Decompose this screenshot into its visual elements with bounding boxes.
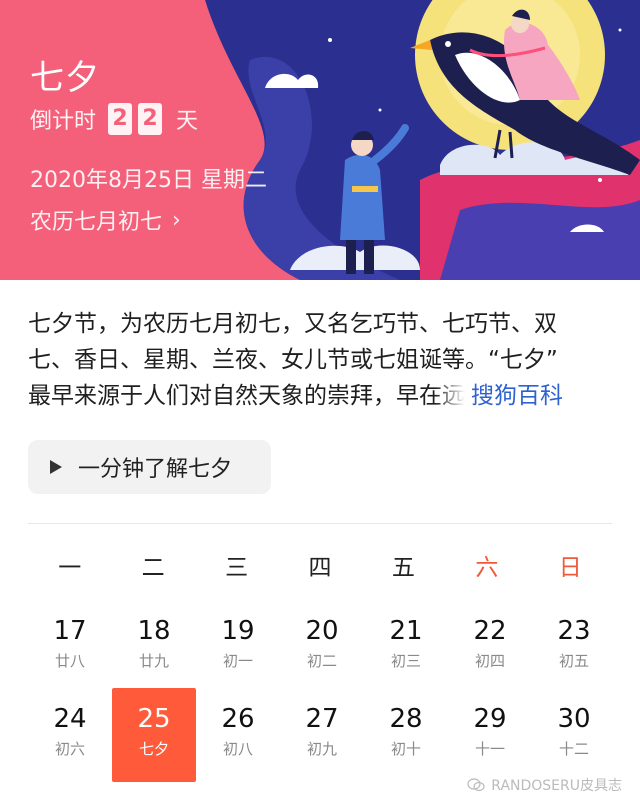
wechat-icon — [467, 778, 485, 792]
day-number: 24 — [53, 704, 87, 734]
description-line: 最早来源于人们对自然天象的崇拜，早在远 — [28, 383, 465, 409]
weekday-label: 四 — [308, 555, 332, 581]
divider — [28, 523, 612, 524]
countdown-unit: 天 — [176, 109, 199, 134]
day-number: 21 — [389, 616, 423, 646]
calendar-week: 24 初六 25 七夕 26 初八 27 初九 28 初十 29 十一 30 十二 — [28, 688, 612, 782]
calendar-week: 17 廿八 18 廿九 19 初一 20 初二 21 初三 22 初四 23 初五 — [28, 600, 612, 694]
calendar-day[interactable]: 20 初二 — [280, 600, 364, 694]
play-icon — [50, 460, 62, 474]
day-number: 28 — [389, 704, 423, 734]
festival-banner[interactable]: 七夕 倒计时 2 2 天 2020年8月25日 星期二 农历七月初七 › — [0, 0, 640, 280]
calendar-day[interactable]: 29 十一 — [448, 688, 532, 782]
lunar-day: 初六 — [54, 740, 85, 758]
lunar-day: 初四 — [474, 652, 505, 670]
countdown-label: 倒计时 — [30, 109, 97, 134]
description-line: 七夕节，为农历七月初七，又名乞巧节、七巧节、双 — [28, 311, 557, 337]
day-number: 23 — [557, 616, 591, 646]
lunar-day: 初八 — [222, 740, 253, 758]
calendar-day[interactable]: 28 初十 — [364, 688, 448, 782]
lunar-day: 十一 — [474, 740, 505, 758]
lunar-date-label: 农历七月初七 — [30, 210, 163, 235]
day-number: 18 — [137, 616, 171, 646]
calendar-day[interactable]: 22 初四 — [448, 600, 532, 694]
video-intro-button[interactable]: 一分钟了解七夕 — [28, 440, 271, 494]
lunar-day: 初二 — [306, 652, 337, 670]
qixi-illustration — [205, 0, 640, 280]
day-number: 17 — [53, 616, 87, 646]
weekday-label: 一 — [58, 555, 82, 581]
lunar-day: 初一 — [222, 652, 253, 670]
countdown: 倒计时 2 2 天 — [30, 102, 198, 136]
watermark: RANDOSERU皮具志 — [467, 775, 622, 795]
description-line: 七、香日、星期、兰夜、女儿节或七姐诞等。“七夕” — [28, 347, 558, 373]
festival-title: 七夕 — [30, 58, 100, 98]
day-number: 19 — [221, 616, 255, 646]
day-number: 20 — [305, 616, 339, 646]
lunar-day: 初十 — [390, 740, 421, 758]
calendar-day[interactable]: 17 廿八 — [28, 600, 112, 694]
day-number: 22 — [473, 616, 507, 646]
weekday-label: 二 — [141, 555, 165, 581]
lunar-day: 初九 — [306, 740, 337, 758]
calendar-day[interactable]: 18 廿九 — [112, 600, 196, 694]
lunar-day: 初五 — [558, 652, 589, 670]
chevron-right-icon: › — [172, 207, 181, 233]
video-intro-label: 一分钟了解七夕 — [78, 457, 233, 482]
source-link[interactable]: 搜狗百科 — [471, 383, 563, 409]
text-fade — [435, 381, 465, 412]
calendar-day[interactable]: 21 初三 — [364, 600, 448, 694]
weekday-label: 五 — [391, 555, 415, 581]
weekday-label: 六 — [475, 555, 499, 581]
day-number: 27 — [305, 704, 339, 734]
day-number: 30 — [557, 704, 591, 734]
festival-date: 2020年8月25日 星期二 — [30, 168, 267, 193]
lunar-day: 十二 — [558, 740, 589, 758]
calendar-day[interactable]: 27 初九 — [280, 688, 364, 782]
lunar-day: 初三 — [390, 652, 421, 670]
weekday-header: 一 二 三 四 五 六 日 — [28, 548, 612, 582]
countdown-digit: 2 — [108, 103, 133, 135]
festival-description: 七夕节，为农历七月初七，又名乞巧节、七巧节、双 七、香日、星期、兰夜、女儿节或七… — [28, 306, 618, 414]
lunar-day: 廿八 — [54, 652, 85, 670]
calendar-day[interactable]: 30 十二 — [532, 688, 616, 782]
day-number: 26 — [221, 704, 255, 734]
weekday-label: 日 — [558, 555, 582, 581]
description-line-last: 最早来源于人们对自然天象的崇拜，早在远 搜狗百科 — [28, 378, 618, 414]
lunar-day: 七夕 — [138, 740, 169, 758]
watermark-text: RANDOSERU皮具志 — [491, 778, 622, 794]
calendar-day-selected[interactable]: 25 七夕 — [112, 688, 196, 782]
weekday-label: 三 — [225, 555, 249, 581]
lunar-day: 廿九 — [138, 652, 169, 670]
lunar-date-link[interactable]: 农历七月初七 › — [30, 204, 181, 236]
countdown-digit: 2 — [138, 103, 163, 135]
calendar-day[interactable]: 23 初五 — [532, 600, 616, 694]
calendar-day[interactable]: 19 初一 — [196, 600, 280, 694]
day-number: 29 — [473, 704, 507, 734]
calendar-day[interactable]: 26 初八 — [196, 688, 280, 782]
day-number: 25 — [137, 704, 171, 734]
calendar-day[interactable]: 24 初六 — [28, 688, 112, 782]
